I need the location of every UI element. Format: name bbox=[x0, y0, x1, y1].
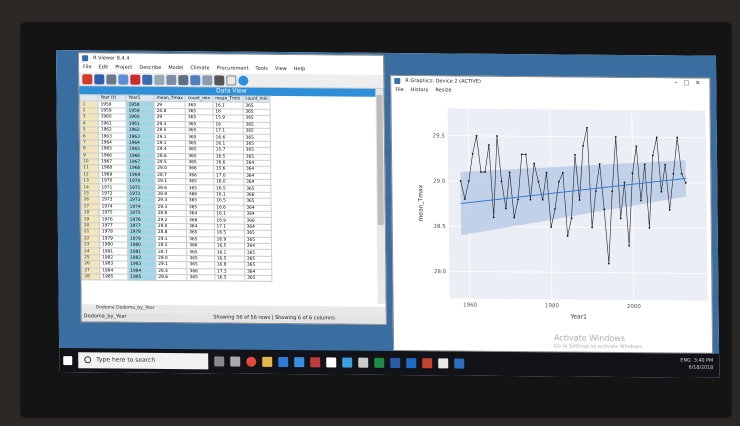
settings-icon[interactable] bbox=[214, 74, 225, 85]
status-text: Showing 56 of 56 rows | Showing 6 of 6 c… bbox=[213, 314, 335, 322]
status-left: Dodoma_by_Year bbox=[83, 313, 127, 320]
column-header[interactable]: count_min bbox=[185, 95, 213, 103]
system-tray[interactable]: ENG 3:40 PM 6/18/2018 bbox=[680, 357, 713, 371]
row-number: 28 bbox=[81, 273, 100, 281]
graphics-title: R Graphics: Device 2 (ACTIVE) bbox=[405, 78, 482, 85]
delete-icon[interactable] bbox=[130, 74, 141, 85]
app-icon-2[interactable] bbox=[342, 357, 353, 368]
copy-icon[interactable] bbox=[166, 74, 177, 85]
x-tick-label: 1960 bbox=[463, 303, 478, 309]
windows-start-icon[interactable] bbox=[63, 355, 73, 365]
menu-item[interactable]: File bbox=[83, 63, 91, 72]
clock-date: 6/18/2018 bbox=[688, 365, 714, 371]
mail-icon[interactable] bbox=[294, 357, 305, 368]
r-icon bbox=[394, 77, 401, 85]
open-icon[interactable] bbox=[82, 73, 93, 84]
y-tick-label: 28.5 bbox=[434, 224, 447, 230]
window-controls[interactable]: –□✕ bbox=[675, 78, 707, 88]
save-icon[interactable] bbox=[94, 73, 105, 84]
menu-item[interactable]: History bbox=[411, 86, 429, 95]
menu-item[interactable]: Edit bbox=[99, 63, 109, 72]
activate-windows-watermark: Activate Windows bbox=[553, 333, 626, 343]
menu-item[interactable]: Project bbox=[115, 64, 132, 73]
menu-item[interactable]: Describe bbox=[139, 64, 161, 73]
chart-plot: 28.0 28.5 29.0 29.5 1960 1980 2000 Year1 mean_Tm… bbox=[417, 108, 708, 321]
print-icon[interactable] bbox=[106, 73, 117, 85]
search-icon bbox=[84, 356, 92, 364]
import-icon[interactable] bbox=[118, 74, 129, 85]
data-grid: Year (t) Year1 mean_Tmax count_min mean_Tmin… bbox=[79, 94, 273, 282]
table-cell[interactable]: 16.5 bbox=[214, 274, 245, 282]
r-taskbar-icon[interactable] bbox=[454, 358, 465, 369]
y-axis-label: mean_Tmax bbox=[417, 184, 424, 221]
table-cell[interactable]: 365 bbox=[187, 274, 215, 282]
app-icon-3[interactable] bbox=[358, 357, 369, 368]
paste-icon[interactable] bbox=[178, 74, 189, 85]
clock-time: 3:40 PM bbox=[693, 358, 714, 364]
y-tick-label: 29.0 bbox=[433, 179, 446, 185]
menu-item[interactable]: Climate bbox=[190, 64, 209, 73]
menu-item[interactable]: View bbox=[275, 65, 287, 74]
x-tick-label: 2000 bbox=[627, 304, 642, 310]
menu-item[interactable]: Help bbox=[294, 65, 305, 74]
menu-item[interactable]: Resize bbox=[435, 86, 452, 95]
search-placeholder: Type here to search bbox=[96, 356, 156, 364]
mic-icon[interactable] bbox=[214, 356, 225, 367]
y-tick-label: 29.5 bbox=[433, 133, 446, 139]
vertical-scrollbar[interactable] bbox=[375, 88, 386, 304]
powerpoint-icon[interactable] bbox=[422, 358, 433, 369]
rviewer-title: R Viewer 8.4.4 bbox=[93, 55, 130, 62]
app-icon-4[interactable] bbox=[438, 358, 449, 369]
excel-icon[interactable] bbox=[374, 357, 385, 368]
rviewer-window: R Viewer 8.4.4 File Edit Project Describe Mo… bbox=[78, 52, 387, 325]
activate-windows-sub: Go to Settings to activate Windows. bbox=[553, 343, 644, 351]
taskbar-search-input[interactable]: Type here to search bbox=[78, 352, 209, 370]
status-bar: Dodoma_by_Year Showing 56 of 56 rows | S… bbox=[81, 312, 386, 324]
app-icon bbox=[82, 55, 89, 62]
chrome-icon[interactable] bbox=[246, 356, 257, 367]
x-axis-label: Year1 bbox=[569, 313, 587, 320]
edge-icon[interactable] bbox=[278, 356, 289, 368]
x-tick-label: 1980 bbox=[545, 303, 560, 309]
table-cell[interactable]: 1985 bbox=[99, 273, 128, 281]
column-header[interactable]: count_min bbox=[242, 96, 271, 103]
column-header[interactable]: mean_Tmin bbox=[212, 95, 243, 103]
table-cell[interactable]: 28.6 bbox=[155, 274, 188, 281]
column-header[interactable]: mean_Tmax bbox=[153, 95, 186, 103]
table-row: 28 1985 1985 28.6 365 16.5 365 bbox=[81, 273, 273, 282]
y-tick-label: 28.0 bbox=[434, 269, 447, 275]
language-indicator: ENG bbox=[680, 358, 691, 364]
grid-icon[interactable] bbox=[190, 74, 201, 85]
laptop-screen: R Viewer 8.4.4 File Edit Project Describe Mo… bbox=[56, 50, 720, 378]
table-cell[interactable]: 1985 bbox=[127, 274, 156, 281]
refresh-icon[interactable] bbox=[226, 74, 237, 86]
table-cell[interactable]: 365 bbox=[244, 275, 273, 282]
graphics-window: R Graphics: Device 2 (ACTIVE) –□✕ File Hi… bbox=[390, 74, 714, 354]
photos-icon[interactable] bbox=[310, 357, 321, 368]
cut-icon[interactable] bbox=[154, 74, 165, 85]
file-explorer-icon[interactable] bbox=[262, 356, 273, 367]
menu-item[interactable]: Tools bbox=[256, 65, 268, 74]
help-icon[interactable] bbox=[238, 75, 249, 86]
chart-icon[interactable] bbox=[202, 74, 213, 85]
scroll-thumb[interactable] bbox=[376, 94, 384, 225]
menu-item[interactable]: Model bbox=[168, 64, 183, 73]
table-icon[interactable] bbox=[142, 74, 153, 85]
outlook-icon[interactable] bbox=[406, 358, 417, 369]
menu-item[interactable]: Procurement bbox=[217, 64, 249, 73]
word-icon[interactable] bbox=[390, 357, 401, 369]
menu-item[interactable]: File bbox=[395, 86, 403, 95]
store-icon[interactable] bbox=[326, 357, 337, 368]
task-view-icon[interactable] bbox=[230, 356, 241, 367]
